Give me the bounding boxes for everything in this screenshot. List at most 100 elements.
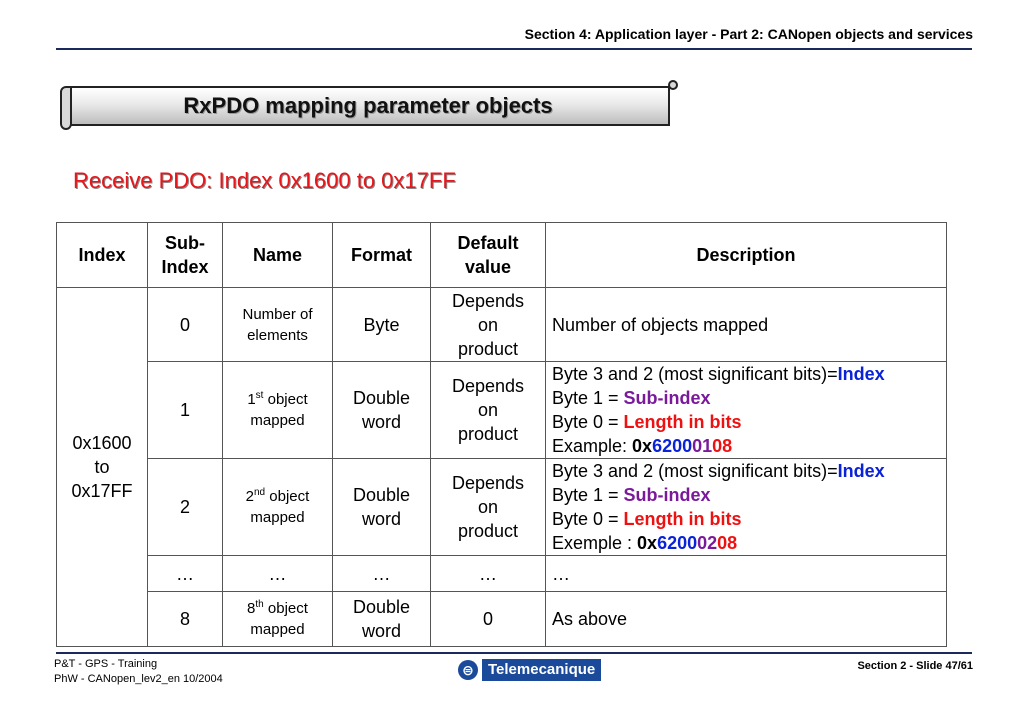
index-range-cell: 0x1600 to 0x17FF bbox=[56, 287, 148, 647]
format-cell: Double word bbox=[332, 591, 431, 647]
telemecanique-emblem-icon: ⊜ bbox=[458, 660, 478, 680]
default-line1: Depends bbox=[451, 290, 525, 311]
desc-index-value: Index bbox=[837, 364, 885, 384]
ellipsis-cell: … bbox=[545, 555, 947, 592]
header-default: Default value bbox=[430, 222, 546, 288]
header-divider bbox=[56, 48, 972, 50]
name-rest: object bbox=[263, 600, 308, 617]
desc-index-label: Byte 3 and 2 (most significant bits)= bbox=[552, 364, 838, 384]
name-ordinal-number: 1 bbox=[247, 391, 256, 408]
table-row: 2 2nd object mapped Double word Depends … bbox=[57, 458, 947, 556]
desc-subindex-value: Sub-index bbox=[623, 388, 711, 408]
slide-number: Section 2 - Slide 47/61 bbox=[857, 660, 973, 672]
footer-info: P&T - GPS - Training PhW - CANopen_lev2_… bbox=[54, 657, 223, 687]
desc-index-value: Index bbox=[837, 461, 885, 481]
name-cell: 8th object mapped bbox=[222, 591, 333, 647]
name-cell: 2nd object mapped bbox=[222, 458, 333, 556]
default-line3: product bbox=[457, 338, 519, 359]
format-line1: Double bbox=[352, 597, 411, 617]
format-line2: word bbox=[361, 412, 401, 432]
name-ordinal-suffix: th bbox=[255, 599, 264, 610]
mapping-table: Index Sub- Index Name Format Default val… bbox=[56, 222, 947, 647]
default-line2: on bbox=[477, 314, 499, 335]
header-subindex-line1: Sub- bbox=[165, 233, 205, 253]
logo-wordmark: Telemecanique bbox=[482, 659, 602, 681]
description-cell: Byte 3 and 2 (most significant bits)=Ind… bbox=[545, 361, 947, 459]
name-cell: Number of elements bbox=[222, 287, 333, 362]
description-cell: Byte 3 and 2 (most significant bits)=Ind… bbox=[545, 458, 947, 556]
subindex-cell: 0 bbox=[147, 287, 223, 362]
subtitle: Receive PDO: Index 0x1600 to 0x17FF bbox=[73, 168, 456, 193]
telemecanique-logo: ⊜ Telemecanique bbox=[458, 658, 602, 682]
default-cell: 0 bbox=[430, 591, 546, 647]
default-cell: Depends on product bbox=[430, 458, 546, 556]
desc-example-label: Exemple : bbox=[552, 533, 638, 553]
format-line2: word bbox=[361, 509, 401, 529]
table-row: 0x1600 to 0x17FF 0 Number of elements By… bbox=[56, 287, 947, 647]
table-row: 1 1st object mapped Double word Depends … bbox=[57, 361, 947, 459]
default-line2: on bbox=[477, 497, 499, 517]
default-cell: Depends on product bbox=[430, 361, 546, 459]
desc-length-label: Byte 0 = bbox=[552, 509, 624, 529]
header-format: Format bbox=[332, 222, 431, 288]
desc-length-value: Length in bits bbox=[623, 509, 742, 529]
name-line1: Number of bbox=[242, 305, 313, 323]
section-header: Section 4: Application layer - Part 2: C… bbox=[524, 26, 973, 42]
header-description: Description bbox=[545, 222, 947, 288]
default-line3: product bbox=[457, 424, 519, 444]
default-line3: product bbox=[457, 521, 519, 541]
default-cell: Depends on product bbox=[430, 287, 546, 362]
header-subindex: Sub- Index bbox=[147, 222, 223, 288]
name-line2: mapped bbox=[250, 412, 305, 429]
format-line2: word bbox=[361, 621, 401, 641]
footer-divider bbox=[56, 652, 972, 654]
format-line1: Double bbox=[352, 485, 411, 505]
description-cell: As above bbox=[545, 591, 947, 647]
table-header-row: Index Sub- Index Name Format Default val… bbox=[56, 222, 947, 288]
name-cell: 1st object mapped bbox=[222, 361, 333, 459]
ellipsis-cell: … bbox=[147, 555, 223, 592]
format-cell: Double word bbox=[332, 458, 431, 556]
name-ordinal-number: 2 bbox=[245, 488, 254, 505]
name-line2: mapped bbox=[250, 509, 305, 526]
page-title: RxPDO mapping parameter objects bbox=[183, 93, 553, 118]
format-cell: Double word bbox=[332, 361, 431, 459]
name-rest: object bbox=[263, 391, 308, 408]
default-line1: Depends bbox=[451, 376, 525, 396]
subindex-cell: 1 bbox=[147, 361, 223, 459]
ellipsis-cell: … bbox=[430, 555, 546, 592]
ellipsis-cell: … bbox=[332, 555, 431, 592]
desc-index-label: Byte 3 and 2 (most significant bits)= bbox=[552, 461, 838, 481]
subindex-cell: 8 bbox=[147, 591, 223, 647]
default-line2: on bbox=[477, 400, 499, 420]
footer-line2: PhW - CANopen_lev2_en 10/2004 bbox=[54, 673, 223, 685]
table-row-ellipsis: … … … … … bbox=[57, 555, 947, 592]
example-index-part: 6200 bbox=[657, 533, 698, 553]
name-rest: object bbox=[265, 488, 310, 505]
header-name: Name bbox=[222, 222, 333, 288]
header-subindex-line2: Index bbox=[161, 257, 209, 277]
example-subindex-part: 01 bbox=[692, 436, 713, 456]
desc-length-label: Byte 0 = bbox=[552, 412, 624, 432]
header-index: Index bbox=[56, 222, 148, 288]
footer-line1: P&T - GPS - Training bbox=[54, 658, 158, 670]
name-line2: elements bbox=[247, 326, 308, 344]
example-length-part: 08 bbox=[712, 436, 733, 456]
description-cell: Number of objects mapped bbox=[545, 287, 947, 362]
name-ordinal-suffix: nd bbox=[254, 487, 266, 498]
format-cell: Byte bbox=[332, 287, 431, 362]
subindex-cell: 2 bbox=[147, 458, 223, 556]
desc-subindex-label: Byte 1 = bbox=[552, 388, 624, 408]
desc-subindex-value: Sub-index bbox=[623, 485, 711, 505]
desc-subindex-label: Byte 1 = bbox=[552, 485, 624, 505]
index-range-line3: 0x17FF bbox=[71, 481, 133, 501]
index-range-line2: to bbox=[94, 457, 110, 477]
example-index-part: 6200 bbox=[652, 436, 693, 456]
header-default-line1: Default bbox=[457, 233, 519, 253]
example-hex-prefix: 0x bbox=[637, 533, 658, 553]
name-line2: mapped bbox=[250, 621, 305, 638]
index-range-line1: 0x1600 bbox=[72, 433, 132, 453]
title-banner: RxPDO mapping parameter objects bbox=[60, 80, 678, 130]
desc-example-label: Example: bbox=[552, 436, 633, 456]
example-length-part: 08 bbox=[717, 533, 738, 553]
